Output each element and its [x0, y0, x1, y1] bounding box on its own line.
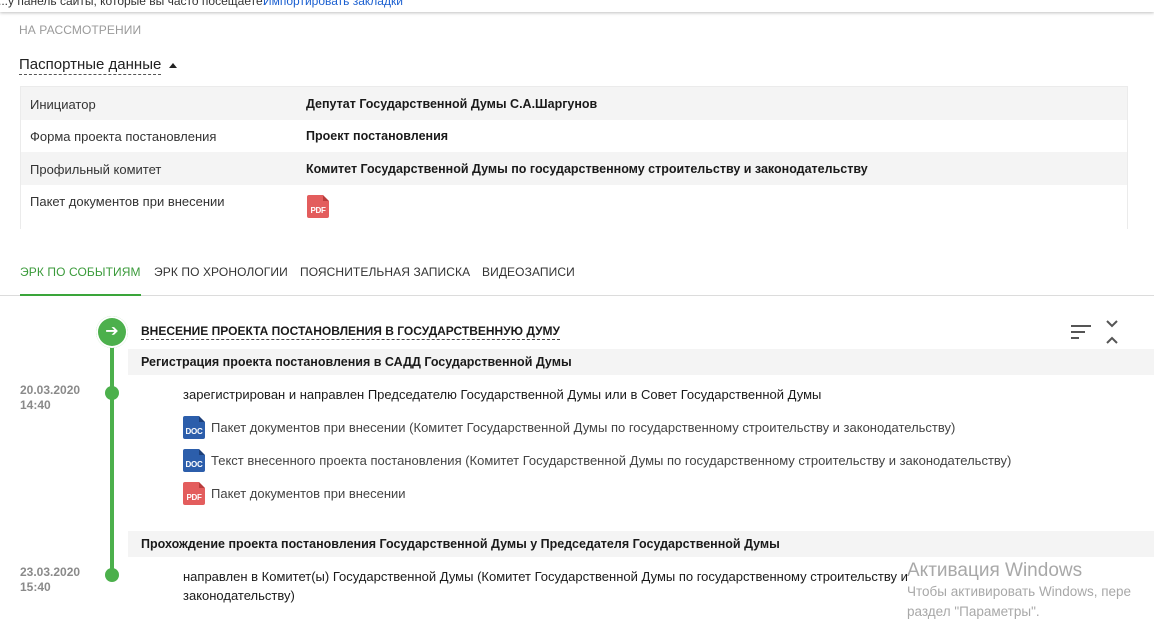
stage-arrow-icon: ➔ — [96, 316, 128, 348]
event-text: направлен в Комитет(ы) Государственной Д… — [183, 567, 908, 605]
passport-label: Профильный комитет — [30, 162, 162, 177]
passport-toggle-label: Паспортные данные — [19, 56, 162, 75]
bookmarks-hint: ...у панель сайты, которые вы часто посе… — [0, 0, 266, 8]
passport-row: Инициатор Депутат Государственной Думы С… — [21, 87, 1127, 120]
passport-label: Пакет документов при внесении — [30, 194, 225, 209]
timeline-dot — [105, 568, 119, 582]
document-link[interactable]: DOC Текст внесенного проекта постановлен… — [183, 449, 1011, 472]
sort-icon[interactable] — [1071, 324, 1091, 340]
event-date-day: 20.03.2020 — [20, 383, 81, 397]
pdf-icon[interactable]: PDF — [307, 195, 329, 218]
passport-toggle[interactable]: Паспортные данные — [19, 55, 178, 75]
doc-icon: DOC — [183, 449, 205, 472]
bookmarks-bar: ...у панель сайты, которые вы часто посе… — [0, 0, 1154, 12]
event-date-time: 14:40 — [20, 398, 51, 412]
stage-title[interactable]: Внесение проекта постановления в Государ… — [141, 324, 561, 340]
watermark-line: Чтобы активировать Windows, пере — [907, 584, 1132, 599]
passport-value: Комитет Государственной Думы по государс… — [306, 162, 868, 176]
watermark-title: Активация Windows — [907, 560, 1083, 581]
pdf-icon-label: PDF — [310, 206, 326, 215]
collapse-all-icon[interactable] — [1104, 320, 1120, 344]
passport-table: Инициатор Депутат Государственной Думы С… — [20, 86, 1128, 229]
passport-value: Депутат Государственной Думы С.А.Шаргуно… — [306, 97, 598, 111]
tab-erk-events[interactable]: ЭРК по событиям — [20, 265, 141, 296]
watermark-line: раздел "Параметры". — [907, 604, 1040, 619]
passport-row: Пакет документов при внесении PDF — [21, 185, 1127, 229]
pdf-icon: PDF — [183, 482, 205, 505]
event-text: зарегистрирован и направлен Председателю… — [183, 387, 822, 402]
event-header: Регистрация проекта постановления в САДД… — [141, 355, 572, 369]
passport-row: Форма проекта постановления Проект поста… — [21, 120, 1127, 152]
event-text-line: законодательству) — [183, 588, 295, 603]
tab-videos[interactable]: Видеозаписи — [482, 265, 575, 294]
import-bookmarks-link[interactable]: Импортировать закладки — [263, 0, 403, 8]
document-link-label: Текст внесенного проекта постановления (… — [211, 453, 1012, 468]
timeline-line — [110, 336, 114, 578]
tab-explanatory-note[interactable]: Пояснительная записка — [300, 265, 470, 294]
status-label: НА РАССМОТРЕНИИ — [19, 23, 142, 37]
timeline-dot — [105, 386, 119, 400]
windows-activation-watermark: Активация Windows Чтобы активировать Win… — [907, 560, 1131, 622]
doc-icon-label: DOC — [185, 427, 203, 436]
arrow-right-icon: ➔ — [105, 322, 119, 340]
passport-value: Проект постановления — [306, 129, 449, 143]
passport-label: Инициатор — [30, 97, 96, 112]
event-date: 20.03.2020 14:40 — [20, 383, 80, 413]
document-link[interactable]: DOC Пакет документов при внесении (Комит… — [183, 416, 955, 439]
pdf-icon-label: PDF — [186, 493, 202, 502]
doc-icon-label: DOC — [185, 460, 203, 469]
doc-icon: DOC — [183, 416, 205, 439]
event-date-time: 15:40 — [20, 580, 51, 594]
event-date: 23.03.2020 15:40 — [20, 565, 80, 595]
passport-row: Профильный комитет Комитет Государственн… — [21, 152, 1127, 185]
passport-label: Форма проекта постановления — [30, 129, 217, 144]
event-date-day: 23.03.2020 — [20, 565, 81, 579]
caret-up-icon — [169, 63, 178, 68]
event-text-line: направлен в Комитет(ы) Государственной Д… — [183, 569, 908, 584]
document-link-label: Пакет документов при внесении (Комитет Г… — [211, 420, 956, 435]
tab-erk-chronology[interactable]: ЭРК по хронологии — [154, 265, 288, 294]
event-header: Прохождение проекта постановления Госуда… — [141, 537, 780, 551]
tab-bar: ЭРК по событиям ЭРК по хронологии Поясни… — [0, 258, 1154, 296]
document-link[interactable]: PDF Пакет документов при внесении — [183, 482, 406, 505]
document-link-label: Пакет документов при внесении — [211, 486, 406, 501]
